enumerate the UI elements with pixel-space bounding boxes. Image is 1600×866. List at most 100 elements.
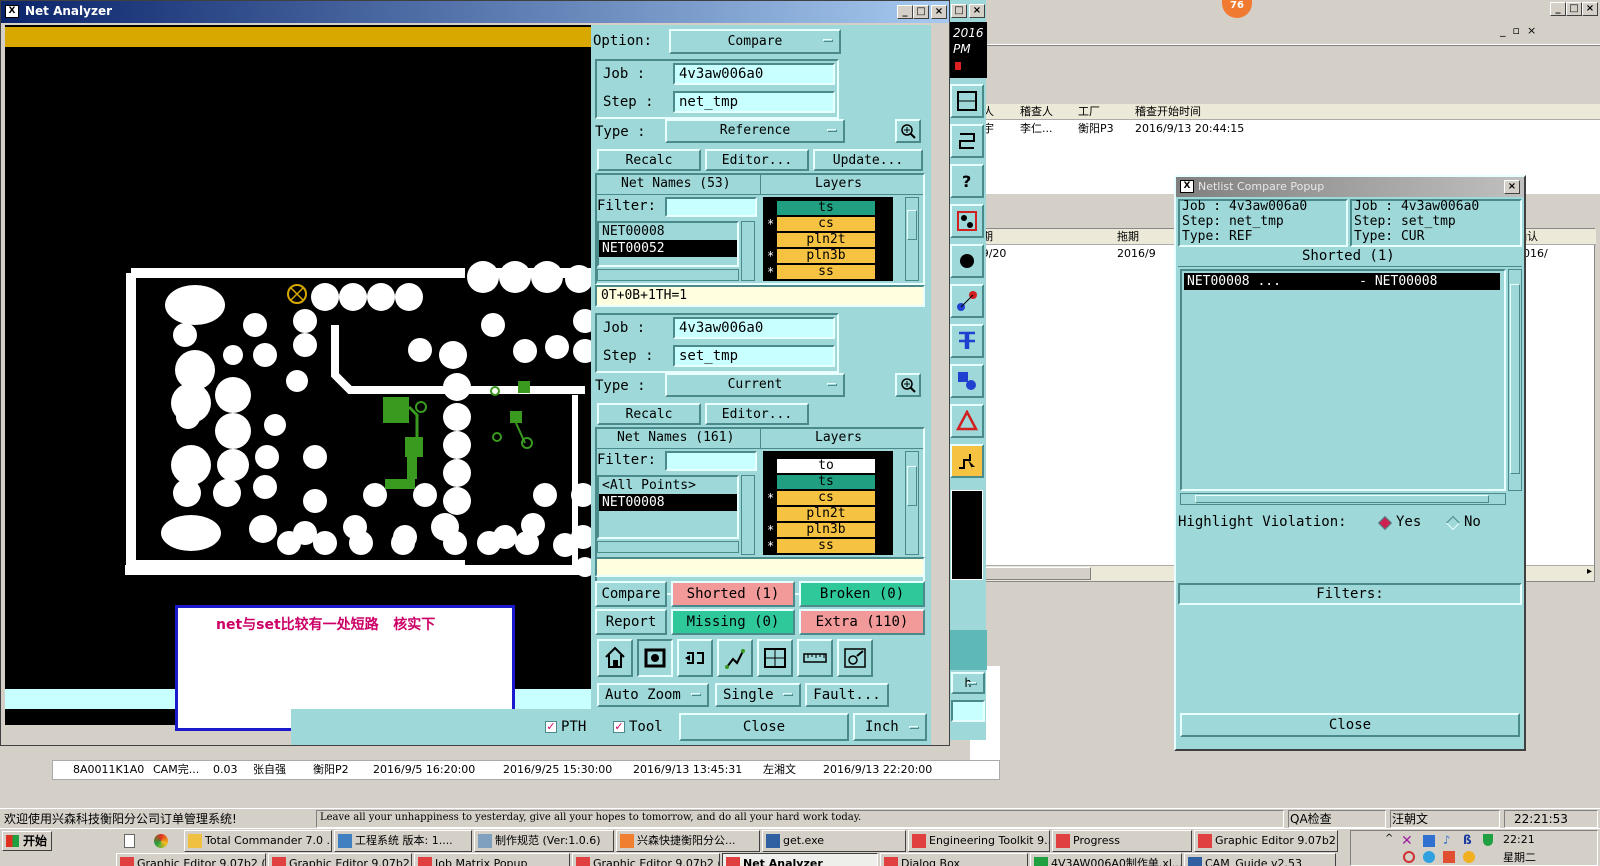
fault-button[interactable]: Fault... xyxy=(805,683,889,707)
bg-col-header[interactable]: 稽查开始时间 xyxy=(1135,104,1201,120)
taskbar-item[interactable]: Graphic Editor 9.07b2 (... xyxy=(268,853,412,866)
layer-item-pln3b[interactable]: pln3b xyxy=(777,523,875,537)
tray-sound-icon[interactable]: ♪ xyxy=(1443,833,1450,847)
layer-item-cs[interactable]: cs xyxy=(777,491,875,505)
ref-type-dropdown[interactable]: Reference xyxy=(665,119,845,143)
document-icon[interactable] xyxy=(124,834,135,848)
tray-app-icon[interactable] xyxy=(1443,851,1455,863)
tray-update-icon[interactable] xyxy=(1423,851,1435,863)
layer-item-pln3b[interactable]: pln3b xyxy=(777,249,875,263)
maximize-button[interactable]: □ xyxy=(913,5,929,19)
ref-recalc-button[interactable]: Recalc xyxy=(597,149,701,171)
cur-type-dropdown[interactable]: Current xyxy=(665,373,845,397)
connect-tool-icon[interactable] xyxy=(950,284,984,318)
taskbar-item[interactable]: Graphic Editor 9.07b2 (... xyxy=(572,853,720,866)
popup-close-button[interactable]: × xyxy=(1504,180,1520,194)
pad-tool-icon[interactable] xyxy=(950,244,984,278)
tray-network-icon[interactable] xyxy=(1423,835,1435,847)
ref-net-list-vscroll[interactable] xyxy=(741,221,755,281)
bg-minimize-button[interactable]: _ xyxy=(1550,2,1566,16)
bg-col-header[interactable]: 工厂 xyxy=(1078,104,1100,120)
missing-button[interactable]: Missing (0) xyxy=(671,609,795,635)
taskbar-item[interactable]: 4V3AW006A0制作单.xl... xyxy=(1030,853,1182,866)
pth-checkbox[interactable]: ✓ xyxy=(545,721,557,733)
shorted-button[interactable]: Shorted (1) xyxy=(671,581,795,607)
tray-expand-icon[interactable]: ^ xyxy=(1385,833,1393,844)
tray-shield-icon[interactable] xyxy=(1483,834,1493,846)
taskbar-item[interactable]: Dialog Box xyxy=(880,853,1028,866)
editor-side-dropdown[interactable]: h xyxy=(951,672,985,694)
tray-chat-icon[interactable] xyxy=(1463,851,1475,863)
bg-col-header[interactable]: 拖期 xyxy=(1117,229,1139,245)
editor-close-button[interactable]: × xyxy=(969,4,985,18)
popup-list-hscroll[interactable] xyxy=(1180,493,1506,505)
close-button[interactable]: × xyxy=(931,5,947,19)
single-dropdown[interactable]: Single xyxy=(715,683,801,707)
taskbar-item[interactable]: 兴森快捷衡阳分公... xyxy=(616,830,760,852)
tray-x-icon[interactable]: ✕ xyxy=(1401,833,1413,849)
tray-bluetooth-icon[interactable]: ß xyxy=(1463,833,1472,847)
layer-item-to[interactable]: to xyxy=(777,459,875,473)
route-tool-icon[interactable] xyxy=(950,204,984,238)
ref-filter-field[interactable] xyxy=(665,197,757,217)
ruler-icon[interactable] xyxy=(797,639,833,677)
taskbar-item[interactable]: Graphic Editor 9.07b2... xyxy=(1194,830,1338,852)
taskbar-item[interactable]: Progress xyxy=(1052,830,1192,852)
option-dropdown[interactable]: Compare xyxy=(669,29,841,54)
help-icon[interactable]: ? xyxy=(950,164,984,198)
highlight-no-radio[interactable] xyxy=(1445,515,1461,531)
layer-item-ts[interactable]: ts xyxy=(777,475,875,489)
net-list-item-selected[interactable]: NET00008 xyxy=(599,494,737,511)
popup-shorted-list[interactable]: NET00008 ... - NET00008 xyxy=(1180,269,1506,491)
warning-tool-icon[interactable] xyxy=(950,404,984,438)
cur-filter-field[interactable] xyxy=(665,451,757,471)
layers-tool-icon[interactable] xyxy=(950,84,984,118)
bg-cell[interactable]: 衡阳P3 xyxy=(1078,121,1114,137)
net-list-item-selected[interactable]: NET00052 xyxy=(599,240,737,257)
shapes-tool-icon[interactable] xyxy=(950,364,984,398)
cur-layer-vscroll[interactable] xyxy=(905,451,919,555)
tray-antivirus-icon[interactable] xyxy=(1403,851,1415,863)
compare-button[interactable]: Compare xyxy=(595,581,667,607)
popup-titlebar[interactable]: X Netlist Compare Popup × xyxy=(1176,177,1524,197)
frame-select-icon[interactable] xyxy=(637,639,673,677)
select-tool-icon[interactable] xyxy=(950,444,984,478)
layer-item-ss[interactable]: ss xyxy=(777,265,875,279)
taskbar-item[interactable]: Total Commander 7.0 ... xyxy=(184,830,332,852)
editor-side-field[interactable] xyxy=(951,700,985,722)
cur-net-list-vscroll[interactable] xyxy=(741,475,755,555)
cur-step-field[interactable]: set_tmp xyxy=(673,345,835,367)
snap-tool-icon[interactable] xyxy=(950,124,984,158)
ref-zoom-icon[interactable] xyxy=(895,119,921,143)
taskbar-item[interactable]: 制作规范 (Ver:1.0.6) xyxy=(474,830,614,852)
undo-view-icon[interactable] xyxy=(677,639,713,677)
net-list-item[interactable]: <All Points> xyxy=(599,477,737,494)
home-icon[interactable] xyxy=(597,639,633,677)
cur-net-list[interactable]: <All Points> NET00008 xyxy=(597,475,739,539)
ref-layer-list[interactable]: ts cs * pln2t pln3b * ss * xyxy=(763,197,893,281)
ref-update-button[interactable]: Update... xyxy=(813,149,923,171)
layer-item-ts[interactable]: ts xyxy=(777,201,875,215)
extra-button[interactable]: Extra (110) xyxy=(799,609,925,635)
taskbar-item[interactable]: CAM_Guide v2.53 xyxy=(1184,853,1336,866)
cur-recalc-button[interactable]: Recalc xyxy=(597,403,701,425)
layer-item-pln2t[interactable]: pln2t xyxy=(777,233,875,247)
ref-step-field[interactable]: net_tmp xyxy=(673,91,835,113)
taskbar-clock[interactable]: 22:21 xyxy=(1503,833,1535,846)
ref-layer-vscroll[interactable] xyxy=(905,197,919,281)
broken-button[interactable]: Broken (0) xyxy=(799,581,925,607)
auto-zoom-dropdown[interactable]: Auto Zoom xyxy=(597,683,709,707)
layer-item-cs[interactable]: cs xyxy=(777,217,875,231)
cur-editor-button[interactable]: Editor... xyxy=(705,403,809,425)
settings-tool-icon[interactable] xyxy=(837,639,873,677)
editor-maximize-button[interactable]: □ xyxy=(951,4,967,18)
bg-cell[interactable]: 2016/9/13 20:44:15 xyxy=(1135,121,1244,137)
close-panel-button[interactable]: Close xyxy=(679,713,849,741)
taskbar-item-active[interactable]: Net Analyzer xyxy=(722,853,878,866)
popup-close-footer-button[interactable]: Close xyxy=(1180,713,1520,737)
flip-tool-icon[interactable] xyxy=(950,324,984,358)
cur-layer-list[interactable]: to ts cs * pln2t pln3b * ss * xyxy=(763,451,893,555)
bg-col-header[interactable]: 稽查人 xyxy=(1020,104,1053,120)
net-analyzer-titlebar[interactable]: X Net Analyzer _ □ × xyxy=(1,1,949,23)
taskbar-item[interactable]: Job Matrix Popup xyxy=(414,853,570,866)
